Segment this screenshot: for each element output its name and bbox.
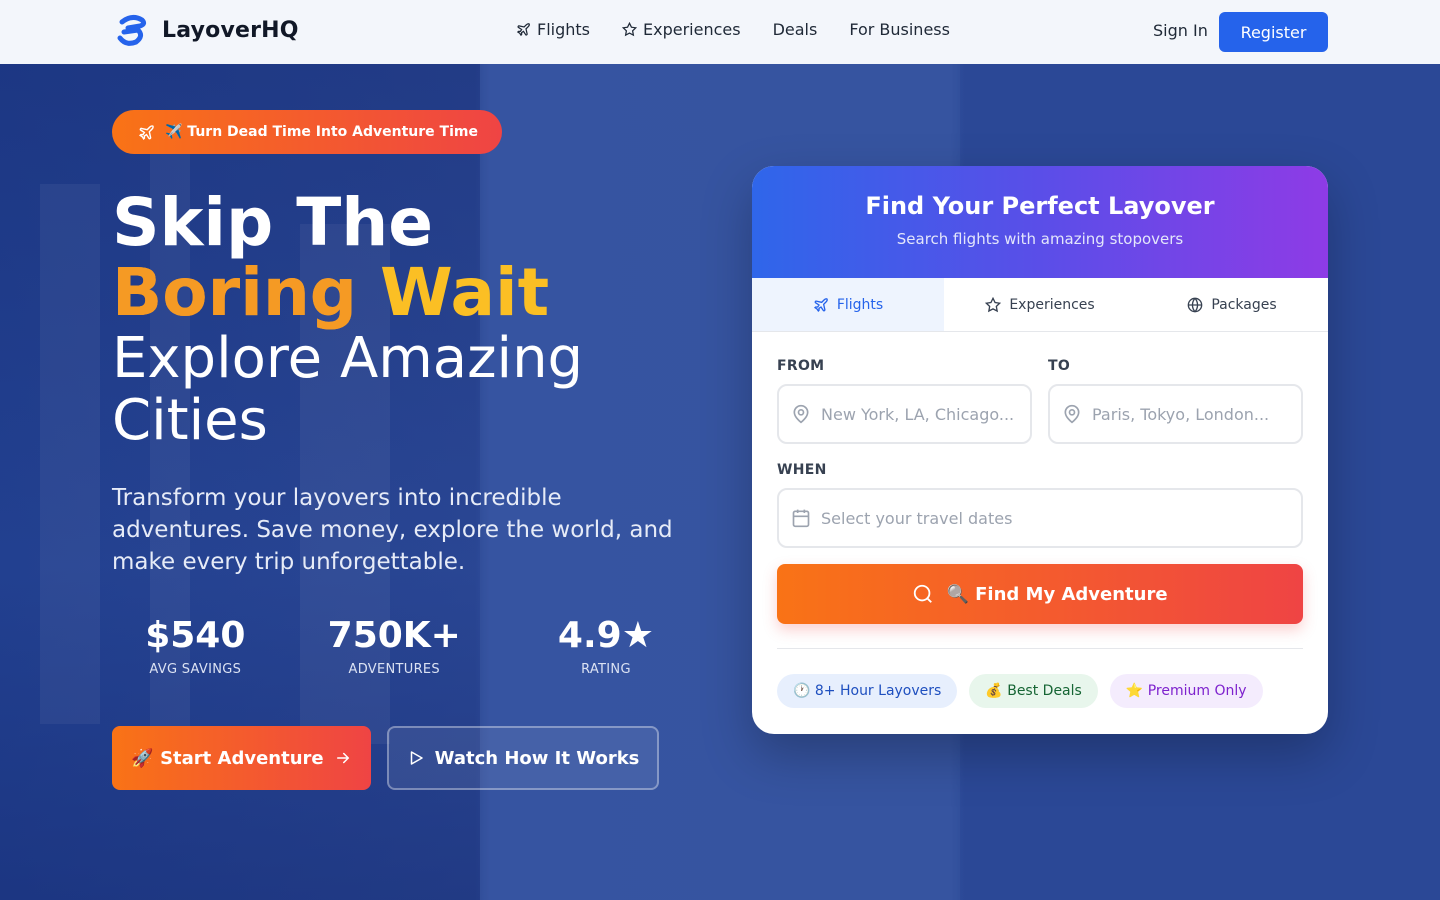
when-label: WHEN <box>777 462 827 478</box>
hero-headline-line3: Explore Amazing Cities <box>112 326 584 453</box>
stat-rating: 4.9★ RATING <box>510 612 702 677</box>
search-card-title: Find Your Perfect Layover <box>865 192 1215 220</box>
tab-label: Flights <box>836 296 884 313</box>
stat-avg-savings: $540 AVG SAVINGS <box>112 612 279 677</box>
stat-label: RATING <box>581 662 631 677</box>
calendar-icon <box>792 509 810 528</box>
dates-input[interactable]: Select your travel dates <box>777 488 1303 548</box>
nav-link-label: For Business <box>849 20 950 39</box>
search-tabs: Flights Experiences Packages <box>752 278 1328 332</box>
plane-icon <box>813 297 828 312</box>
nav-link-deals[interactable]: Deals <box>773 20 818 39</box>
tab-label: Experiences <box>1009 296 1095 313</box>
to-label: TO <box>1048 358 1071 374</box>
plane-icon <box>139 124 154 140</box>
star-icon <box>985 296 1002 312</box>
chip-premium-only[interactable]: ⭐ Premium Only <box>1109 674 1263 708</box>
find-my-adventure-button[interactable]: 🔍 Find My Adventure <box>777 564 1303 624</box>
search-icon <box>914 584 933 603</box>
map-pin-icon <box>793 404 809 424</box>
dates-placeholder: Select your travel dates <box>821 508 1013 528</box>
to-placeholder: Paris, Tokyo, London... <box>1092 404 1270 424</box>
headline-word-yellow: Wait <box>380 254 550 331</box>
city-silhouette <box>40 184 100 724</box>
map-pin-icon <box>1064 404 1080 424</box>
top-navbar: LayoverHQ Flights Experiences Deals For … <box>0 0 1440 64</box>
globe-icon <box>1187 297 1203 312</box>
from-label: FROM <box>777 358 825 374</box>
brand-name: LayoverHQ <box>162 17 299 43</box>
nav-link-experiences[interactable]: Experiences <box>622 20 741 39</box>
search-card-subtitle: Search flights with amazing stopovers <box>896 230 1184 248</box>
star-icon <box>622 22 637 37</box>
chip-best-deals[interactable]: 💰 Best Deals <box>969 674 1098 708</box>
nav-link-label: Deals <box>772 20 818 39</box>
brand[interactable]: LayoverHQ <box>116 14 299 46</box>
to-input[interactable]: Paris, Tokyo, London... <box>1048 384 1303 444</box>
nav-link-for-business[interactable]: For Business <box>849 20 950 39</box>
stat-label: AVG SAVINGS <box>149 662 242 677</box>
hero-badge-text: ✈️ Turn Dead Time Into Adventure Time <box>165 124 478 140</box>
hero-headline-line2: Boring Wait <box>112 258 549 328</box>
main-nav: Flights Experiences Deals For Business <box>516 20 950 39</box>
start-adventure-button[interactable]: 🚀 Start Adventure <box>112 726 371 790</box>
filter-chips: 🕐 8+ Hour Layovers 💰 Best Deals ⭐ Premiu… <box>777 674 1263 708</box>
plane-icon <box>516 23 530 37</box>
nav-link-label: Flights <box>537 20 590 39</box>
headline-word-orange: Boring <box>112 254 358 331</box>
stat-value: 4.9★ <box>557 615 654 656</box>
find-my-adventure-label: 🔍 Find My Adventure <box>946 583 1168 605</box>
stat-label: ADVENTURES <box>348 662 440 677</box>
start-adventure-label: 🚀 Start Adventure <box>131 747 324 769</box>
watch-how-it-works-button[interactable]: Watch How It Works <box>387 726 659 790</box>
nav-link-flights[interactable]: Flights <box>516 20 590 39</box>
tab-flights[interactable]: Flights <box>752 278 944 331</box>
nav-link-label: Experiences <box>643 20 741 39</box>
hero-badge: ✈️ Turn Dead Time Into Adventure Time <box>112 110 502 154</box>
watch-how-it-works-label: Watch How It Works <box>434 747 640 769</box>
stat-value: $540 <box>145 615 246 656</box>
search-card-header: Find Your Perfect Layover Search flights… <box>752 166 1328 278</box>
search-card-divider <box>777 648 1303 649</box>
register-button[interactable]: Register <box>1219 12 1328 52</box>
layover-search-card: Find Your Perfect Layover Search flights… <box>752 166 1328 734</box>
logo-icon <box>117 14 147 46</box>
tab-packages[interactable]: Packages <box>1136 278 1328 331</box>
hero-headline-line1: Skip The <box>112 184 434 261</box>
chip-long-layovers[interactable]: 🕐 8+ Hour Layovers <box>777 674 958 708</box>
play-icon <box>410 751 423 765</box>
from-input[interactable]: New York, LA, Chicago... <box>777 384 1032 444</box>
tab-label: Packages <box>1211 296 1277 313</box>
arrow-right-icon <box>336 752 349 764</box>
stat-adventures: 750K+ ADVENTURES <box>279 612 510 677</box>
hero-description: Transform your layovers into incredible … <box>112 485 673 575</box>
sign-in-link[interactable]: Sign In <box>1153 21 1208 40</box>
from-placeholder: New York, LA, Chicago... <box>821 404 1015 424</box>
hero-stats: $540 AVG SAVINGS 750K+ ADVENTURES 4.9★ R… <box>112 612 702 677</box>
tab-experiences[interactable]: Experiences <box>944 278 1136 331</box>
stat-value: 750K+ <box>327 615 461 656</box>
